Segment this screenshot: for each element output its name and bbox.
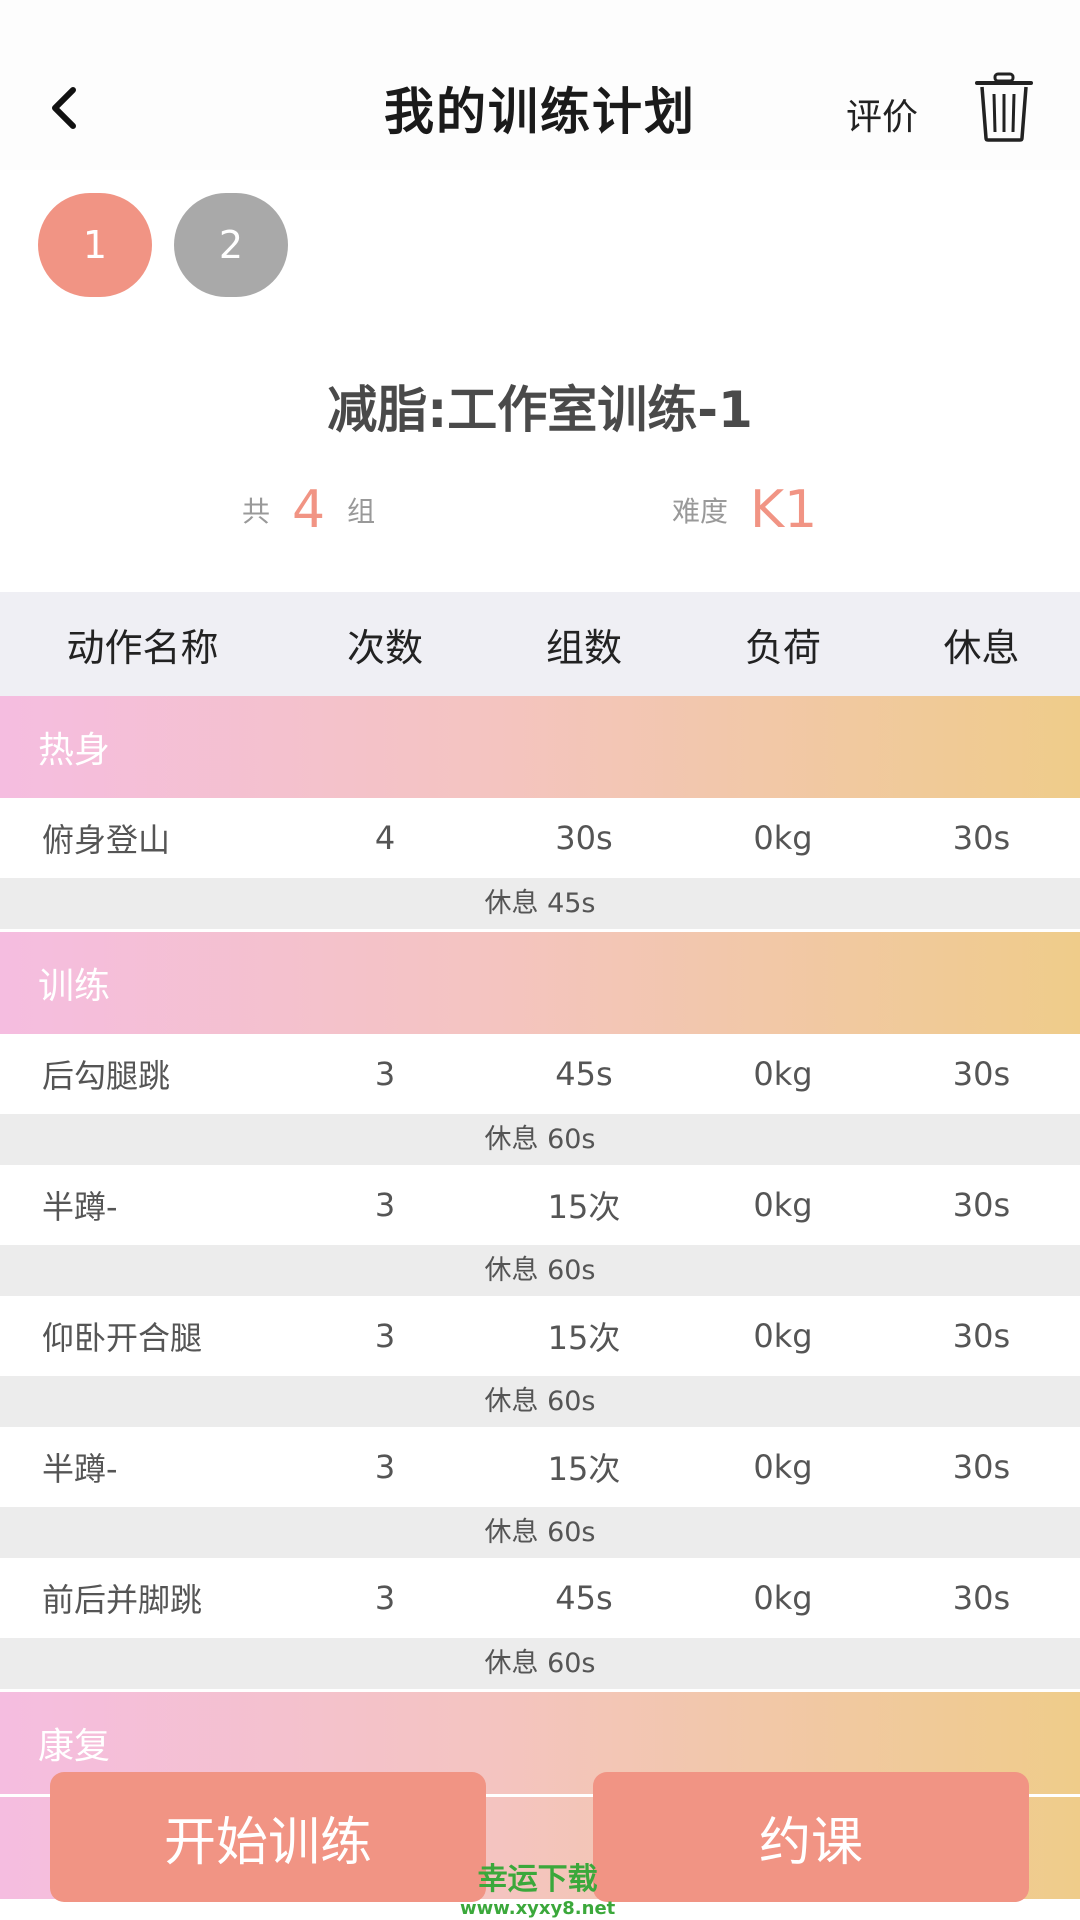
column-header: 组数 (545, 625, 622, 670)
exercise-reps: 3 (374, 1186, 396, 1224)
section-header: 热身 (0, 696, 1080, 798)
exercise-list: 热身 俯身登山 4 30s 0kg 30s 休息 45s 训练 后勾腿跳 3 4… (0, 696, 1080, 1899)
exercise-load: 0kg (753, 1579, 813, 1617)
exercise-load: 0kg (753, 1055, 813, 1093)
rest-interval: 休息 60s (0, 1507, 1080, 1558)
exercise-name: 俯身登山 (42, 821, 171, 859)
total-suffix: 组 (347, 495, 376, 528)
exercise-rest: 30s (952, 1579, 1011, 1617)
exercise-rest: 30s (952, 1186, 1011, 1224)
column-header: 次数 (346, 625, 423, 670)
exercise-sets: 15次 (547, 1450, 621, 1488)
table-row[interactable]: 仰卧开合腿 3 15次 0kg 30s (0, 1296, 1080, 1376)
exercise-reps: 3 (374, 1579, 396, 1617)
total-sets-info: 共 4 组 (242, 480, 375, 540)
exercise-name: 仰卧开合腿 (42, 1319, 203, 1357)
column-header: 动作名称 (66, 625, 219, 670)
book-class-button[interactable]: 约课 (593, 1772, 1029, 1902)
exercise-sets: 15次 (547, 1319, 621, 1357)
exercise-reps: 3 (374, 1055, 396, 1093)
difficulty-info: 难度 K1 (672, 480, 839, 540)
plan-name: 减脂:工作室训练-1 (327, 381, 753, 439)
exercise-reps: 3 (374, 1317, 396, 1355)
table-row[interactable]: 半蹲- 3 15次 0kg 30s (0, 1165, 1080, 1245)
table-row[interactable]: 俯身登山 4 30s 0kg 30s (0, 798, 1080, 878)
total-value: 4 (292, 480, 326, 540)
day-tab-1[interactable]: 1 (38, 193, 152, 297)
exercise-load: 0kg (753, 1317, 813, 1355)
exercise-name: 半蹲- (42, 1188, 118, 1226)
rest-interval: 休息 60s (0, 1114, 1080, 1165)
exercise-load: 0kg (753, 819, 813, 857)
watermark: 幸运下载 www.xyxy8.net (460, 1854, 615, 1919)
difficulty-value: K1 (750, 480, 818, 540)
column-header: 负荷 (744, 625, 821, 670)
watermark-url: www.xyxy8.net (460, 1898, 616, 1919)
difficulty-label: 难度 (672, 495, 729, 528)
rate-button[interactable]: 评价 (846, 88, 918, 140)
watermark-title: 幸运下载 (477, 1862, 598, 1897)
total-prefix: 共 (242, 495, 271, 528)
exercise-name: 前后并脚跳 (42, 1581, 203, 1619)
rest-interval: 休息 60s (0, 1638, 1080, 1689)
start-training-button[interactable]: 开始训练 (50, 1772, 486, 1902)
exercise-rest: 30s (952, 1317, 1011, 1355)
exercise-name: 后勾腿跳 (42, 1057, 171, 1095)
section-header: 训练 (0, 932, 1080, 1034)
trash-icon (975, 72, 1033, 142)
exercise-sets: 45s (555, 1579, 613, 1617)
exercise-load: 0kg (753, 1186, 813, 1224)
table-row[interactable]: 半蹲- 3 15次 0kg 30s (0, 1427, 1080, 1507)
rest-interval: 休息 60s (0, 1376, 1080, 1427)
table-row[interactable]: 前后并脚跳 3 45s 0kg 30s (0, 1558, 1080, 1638)
exercise-reps: 4 (374, 819, 396, 857)
exercise-sets: 15次 (547, 1188, 621, 1226)
day-tab-2[interactable]: 2 (174, 193, 288, 297)
exercise-sets: 45s (555, 1055, 613, 1093)
exercise-name: 半蹲- (42, 1450, 118, 1488)
training-plan-screen: 我的训练计划 评价 1 2 减脂:工作室训练-1 共 4 组 难度 K1 动作名… (0, 0, 1080, 1920)
table-row[interactable]: 后勾腿跳 3 45s 0kg 30s (0, 1034, 1080, 1114)
delete-button[interactable] (975, 72, 1033, 142)
table-header: 动作名称 次数 组数 负荷 休息 (0, 592, 1080, 696)
header-bar: 我的训练计划 评价 (0, 0, 1080, 170)
column-header: 休息 (943, 625, 1020, 670)
exercise-reps: 3 (374, 1448, 396, 1486)
exercise-sets: 30s (555, 819, 613, 857)
rest-interval: 休息 60s (0, 1245, 1080, 1296)
rest-interval: 休息 45s (0, 878, 1080, 929)
exercise-load: 0kg (753, 1448, 813, 1486)
exercise-rest: 30s (952, 1055, 1011, 1093)
exercise-rest: 30s (952, 1448, 1011, 1486)
exercise-rest: 30s (952, 819, 1011, 857)
